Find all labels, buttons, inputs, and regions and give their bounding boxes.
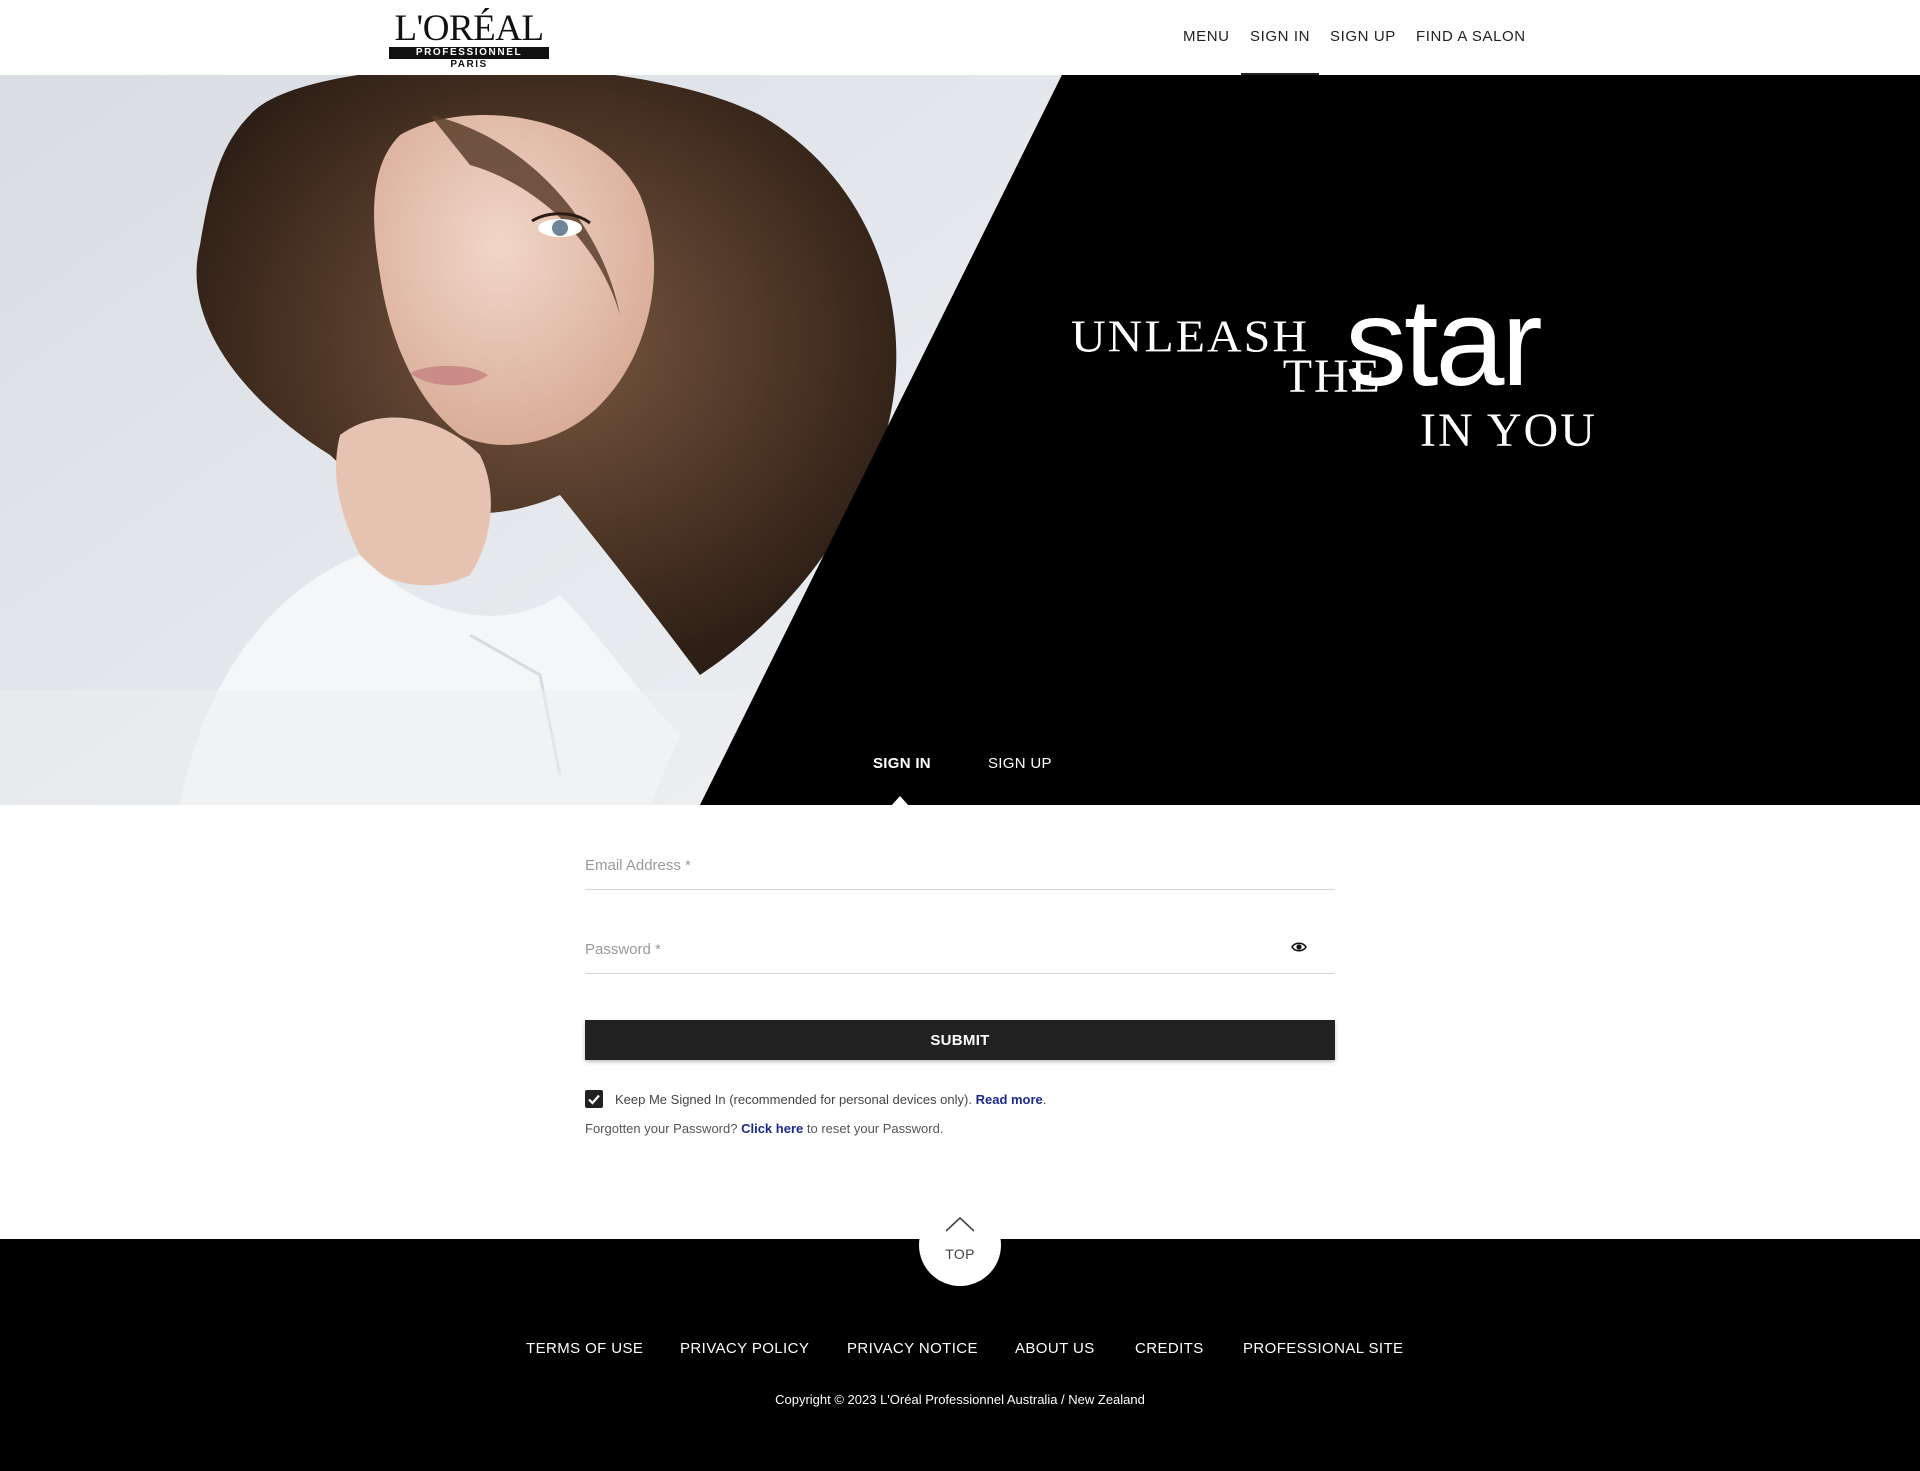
chevron-up-icon bbox=[945, 1216, 975, 1232]
footer-professional-site[interactable]: PROFESSIONAL SITE bbox=[1243, 1340, 1403, 1357]
nav-sign-up[interactable]: SIGN UP bbox=[1330, 28, 1396, 45]
loreal-logo[interactable]: L'ORÉAL PROFESSIONNEL PARIS bbox=[388, 8, 550, 70]
logo-city: PARIS bbox=[450, 59, 488, 70]
footer-about-us[interactable]: ABOUT US bbox=[1015, 1340, 1095, 1357]
email-input[interactable] bbox=[585, 830, 1285, 888]
keep-signed-in-label: Keep Me Signed In (recommended for perso… bbox=[615, 1092, 1046, 1107]
hero-tagline: UNLEASH THE star IN YOU bbox=[1068, 215, 1608, 455]
tab-sign-up[interactable]: SIGN UP bbox=[988, 755, 1052, 772]
password-field-wrapper bbox=[585, 914, 1335, 974]
tagline-in-you: IN YOU bbox=[1420, 404, 1597, 457]
back-to-top-label: TOP bbox=[945, 1246, 975, 1262]
hero-banner: UNLEASH THE star IN YOU SIGN IN SIGN UP bbox=[0, 75, 1920, 805]
keep-signed-in-suffix: . bbox=[1042, 1092, 1047, 1107]
footer-privacy-notice[interactable]: PRIVACY NOTICE bbox=[847, 1340, 978, 1357]
site-header: L'ORÉAL PROFESSIONNEL PARIS MENU SIGN IN… bbox=[0, 0, 1920, 75]
forgot-password-row: Forgotten your Password? Click here to r… bbox=[585, 1121, 943, 1136]
forgot-password-prefix: Forgotten your Password? bbox=[585, 1121, 738, 1136]
submit-button[interactable]: SUBMIT bbox=[585, 1020, 1335, 1060]
nav-menu[interactable]: MENU bbox=[1183, 28, 1230, 45]
email-field-wrapper bbox=[585, 830, 1335, 890]
footer-credits[interactable]: CREDITS bbox=[1135, 1340, 1204, 1357]
back-to-top-button[interactable]: TOP bbox=[919, 1204, 1001, 1286]
tagline-star: star bbox=[1345, 274, 1543, 412]
footer-privacy-policy[interactable]: PRIVACY POLICY bbox=[680, 1340, 809, 1357]
copyright-text: Copyright © 2023 L'Oréal Professionnel A… bbox=[775, 1392, 1145, 1407]
read-more-link[interactable]: Read more bbox=[976, 1092, 1043, 1107]
hero-model-photo bbox=[0, 75, 1920, 805]
auth-tabs: SIGN IN SIGN UP bbox=[0, 755, 1920, 805]
tagline-unleash: UNLEASH bbox=[1071, 311, 1309, 362]
logo-wordmark: L'ORÉAL bbox=[394, 8, 544, 49]
eye-icon[interactable] bbox=[1291, 940, 1307, 954]
reset-password-link[interactable]: Click here bbox=[741, 1121, 803, 1136]
nav-find-a-salon[interactable]: FIND A SALON bbox=[1416, 28, 1526, 45]
forgot-password-suffix: to reset your Password. bbox=[806, 1121, 944, 1136]
keep-signed-in-checkbox[interactable] bbox=[585, 1090, 603, 1108]
active-tab-indicator bbox=[891, 796, 909, 805]
footer-terms-of-use[interactable]: TERMS OF USE bbox=[526, 1340, 643, 1357]
checkmark-icon bbox=[588, 1094, 600, 1105]
keep-signed-in-row: Keep Me Signed In (recommended for perso… bbox=[585, 1090, 1335, 1110]
nav-sign-in[interactable]: SIGN IN bbox=[1240, 28, 1320, 75]
tab-sign-in[interactable]: SIGN IN bbox=[873, 755, 931, 772]
password-input[interactable] bbox=[585, 914, 1285, 972]
keep-signed-in-text: Keep Me Signed In (recommended for perso… bbox=[615, 1092, 972, 1107]
